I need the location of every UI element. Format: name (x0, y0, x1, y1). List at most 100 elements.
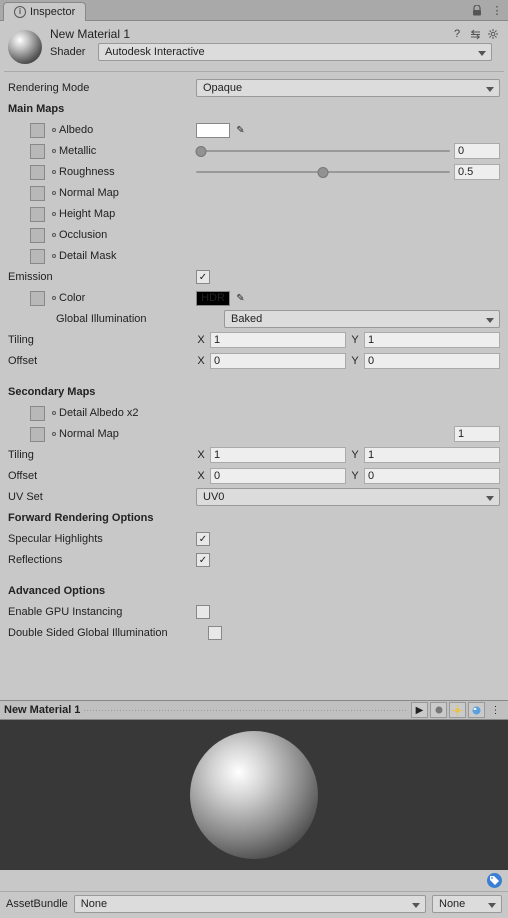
forward-heading: Forward Rendering Options (8, 512, 153, 524)
assetbundle-variant-dropdown[interactable]: None (432, 895, 502, 913)
preview-menu-icon[interactable]: ⋮ (487, 702, 504, 718)
offset-label: Offset (8, 355, 37, 367)
preview-viewport[interactable] (0, 720, 508, 870)
rendering-mode-dropdown[interactable]: Opaque (196, 79, 500, 97)
shape-icon[interactable] (430, 702, 447, 718)
reflection-icon[interactable] (468, 702, 485, 718)
secondary-normal-label: Normal Map (59, 428, 119, 440)
color-picker-icon[interactable]: ✎ (234, 124, 247, 137)
reset-icon[interactable] (52, 212, 56, 216)
secondary-normal-texture-slot[interactable] (30, 427, 45, 442)
reset-icon[interactable] (52, 432, 56, 436)
roughness-slider[interactable] (196, 165, 450, 179)
sec-tiling-label: Tiling (8, 449, 34, 461)
tab-label: Inspector (30, 6, 75, 18)
shader-label: Shader (50, 46, 92, 58)
detail-albedo-label: Detail Albedo x2 (59, 407, 139, 419)
sec-tiling-x[interactable]: 1 (210, 447, 346, 463)
help-icon[interactable]: ? (450, 27, 464, 41)
rendering-mode-label: Rendering Mode (8, 82, 89, 94)
main-maps-heading: Main Maps (8, 103, 64, 115)
tiling-label: Tiling (8, 334, 34, 346)
settings-icon[interactable] (486, 27, 500, 41)
specular-checkbox[interactable]: ✓ (196, 532, 210, 546)
offset-y[interactable]: 0 (364, 353, 500, 369)
menu-icon[interactable]: ⋮ (490, 3, 504, 17)
info-icon: i (14, 6, 26, 18)
gpu-label: Enable GPU Instancing (8, 606, 122, 618)
preview-sphere (190, 731, 318, 859)
sec-tiling-y[interactable]: 1 (364, 447, 500, 463)
reset-icon[interactable] (52, 149, 56, 153)
roughness-label: Roughness (59, 166, 115, 178)
reset-icon[interactable] (52, 233, 56, 237)
emission-color[interactable]: HDR (196, 291, 230, 306)
tag-icon[interactable] (487, 873, 502, 888)
roughness-texture-slot[interactable] (30, 165, 45, 180)
metallic-value[interactable]: 0 (454, 143, 500, 159)
lock-icon[interactable] (470, 3, 484, 17)
albedo-label: Albedo (59, 124, 93, 136)
tab-bar: i Inspector ⋮ (0, 0, 508, 21)
secondary-maps-heading: Secondary Maps (8, 386, 95, 398)
detail-albedo-texture-slot[interactable] (30, 406, 45, 421)
assetbundle-main-dropdown[interactable]: None (74, 895, 426, 913)
gi-dropdown[interactable]: Baked (224, 310, 500, 328)
metallic-label: Metallic (59, 145, 96, 157)
preview-bar: New Material 1 ▶ ⋮ (0, 700, 508, 720)
reset-icon[interactable] (52, 254, 56, 258)
normal-label: Normal Map (59, 187, 119, 199)
metallic-texture-slot[interactable] (30, 144, 45, 159)
tiling-y[interactable]: 1 (364, 332, 500, 348)
emission-checkbox[interactable]: ✓ (196, 270, 210, 284)
sec-offset-y[interactable]: 0 (364, 468, 500, 484)
preview-title: New Material 1 (4, 704, 80, 716)
reset-icon[interactable] (52, 170, 56, 174)
secondary-normal-value[interactable]: 1 (454, 426, 500, 442)
emission-label: Emission (8, 271, 53, 283)
height-label: Height Map (59, 208, 115, 220)
detailmask-label: Detail Mask (59, 250, 116, 262)
offset-x[interactable]: 0 (210, 353, 346, 369)
assetbundle-label: AssetBundle (6, 898, 68, 910)
material-header: New Material 1 ? Shader Autodesk Interac… (0, 21, 508, 71)
reset-icon[interactable] (52, 191, 56, 195)
normal-texture-slot[interactable] (30, 186, 45, 201)
reflections-label: Reflections (8, 554, 62, 566)
gpu-checkbox[interactable] (196, 605, 210, 619)
preset-icon[interactable] (468, 27, 482, 41)
shader-dropdown[interactable]: Autodesk Interactive (98, 43, 492, 61)
material-preview-icon (8, 30, 42, 64)
occlusion-label: Occlusion (59, 229, 107, 241)
light-icon[interactable] (449, 702, 466, 718)
double-sided-label: Double Sided Global Illumination (8, 627, 168, 639)
occlusion-texture-slot[interactable] (30, 228, 45, 243)
detailmask-texture-slot[interactable] (30, 249, 45, 264)
sec-offset-x[interactable]: 0 (210, 468, 346, 484)
height-texture-slot[interactable] (30, 207, 45, 222)
emission-color-texture-slot[interactable] (30, 291, 45, 306)
advanced-heading: Advanced Options (8, 585, 105, 597)
gi-label: Global Illumination (56, 313, 147, 325)
sec-offset-label: Offset (8, 470, 37, 482)
play-icon[interactable]: ▶ (411, 702, 428, 718)
reset-icon[interactable] (52, 411, 56, 415)
reflections-checkbox[interactable]: ✓ (196, 553, 210, 567)
double-sided-checkbox[interactable] (208, 626, 222, 640)
material-name: New Material 1 (50, 27, 130, 41)
emission-color-label: Color (59, 292, 85, 304)
material-properties: Rendering Mode Opaque Main Maps Albedo ✎… (0, 72, 508, 650)
color-picker-icon[interactable]: ✎ (234, 292, 247, 305)
albedo-color[interactable] (196, 123, 230, 138)
preview-drag-handle[interactable] (84, 710, 407, 711)
roughness-value[interactable]: 0.5 (454, 164, 500, 180)
reset-icon[interactable] (52, 296, 56, 300)
reset-icon[interactable] (52, 128, 56, 132)
metallic-slider[interactable] (196, 144, 450, 158)
uvset-label: UV Set (8, 491, 43, 503)
tiling-x[interactable]: 1 (210, 332, 346, 348)
albedo-texture-slot[interactable] (30, 123, 45, 138)
uvset-dropdown[interactable]: UV0 (196, 488, 500, 506)
inspector-tab[interactable]: i Inspector (3, 2, 86, 21)
specular-label: Specular Highlights (8, 533, 103, 545)
